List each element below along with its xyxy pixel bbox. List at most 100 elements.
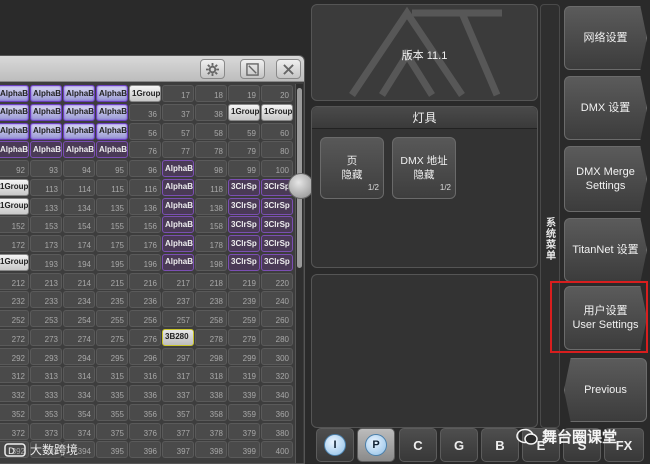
system-menu-tab[interactable] bbox=[540, 4, 560, 428]
fixture-cell-empty[interactable]: 299 bbox=[228, 347, 260, 365]
fixture-cell-empty[interactable]: 176 bbox=[129, 235, 161, 252]
fixture-cell-empty[interactable]: 259 bbox=[228, 310, 260, 327]
fixture-cell[interactable]: 3ClrSp bbox=[228, 197, 260, 215]
fixture-cell-empty[interactable]: 256 bbox=[129, 310, 161, 327]
fixture-cell-empty[interactable]: 93 bbox=[30, 160, 62, 177]
fixture-cell-empty[interactable]: 316 bbox=[129, 366, 161, 384]
fixture-cell-empty[interactable]: 352 bbox=[0, 403, 29, 421]
fixture-cell-empty[interactable]: 398 bbox=[195, 441, 227, 459]
network-settings-button[interactable]: 网络设置 bbox=[564, 6, 647, 70]
fixture-cell[interactable]: AlphaB bbox=[96, 141, 128, 159]
fixture-cell-empty[interactable]: 372 bbox=[0, 422, 29, 440]
fixture-cell[interactable]: 1Group bbox=[0, 197, 29, 215]
fixture-cell-empty[interactable]: 96 bbox=[129, 160, 161, 177]
fixture-cell-empty[interactable]: 339 bbox=[228, 385, 260, 402]
fixture-cell-empty[interactable]: 334 bbox=[63, 385, 95, 402]
dmx-address-hide-button[interactable]: DMX 地址 隐藏 1/2 bbox=[392, 137, 456, 199]
fixture-cell-empty[interactable]: 353 bbox=[30, 403, 62, 421]
fixture-cell-empty[interactable]: 239 bbox=[228, 291, 260, 309]
fixture-cell[interactable]: AlphaB bbox=[30, 122, 62, 140]
fixture-cell-empty[interactable]: 175 bbox=[96, 235, 128, 252]
fixture-cell-empty[interactable]: 94 bbox=[63, 160, 95, 177]
fixture-cell-empty[interactable]: 134 bbox=[63, 197, 95, 215]
fixture-cell-empty[interactable]: 135 bbox=[96, 197, 128, 215]
fixture-cell-empty[interactable]: 78 bbox=[195, 141, 227, 159]
fixture-cell-empty[interactable]: 253 bbox=[30, 310, 62, 327]
fixture-cell-empty[interactable]: 113 bbox=[30, 178, 62, 196]
fixture-cell-empty[interactable]: 156 bbox=[129, 216, 161, 234]
mode-button-b[interactable]: B bbox=[481, 428, 519, 462]
fixture-cell-empty[interactable]: 278 bbox=[195, 328, 227, 346]
fixture-cell-empty[interactable]: 178 bbox=[195, 235, 227, 252]
fixture-cell-empty[interactable]: 317 bbox=[162, 366, 194, 384]
fixture-cell-empty[interactable]: 236 bbox=[129, 291, 161, 309]
fixture-cell-empty[interactable]: 377 bbox=[162, 422, 194, 440]
fixture-cell-empty[interactable]: 355 bbox=[96, 403, 128, 421]
fixture-cell-empty[interactable]: 274 bbox=[63, 328, 95, 346]
fixture-cell-empty[interactable]: 98 bbox=[195, 160, 227, 177]
fixture-cell-empty[interactable]: 395 bbox=[96, 441, 128, 459]
fixture-cell[interactable]: AlphaB bbox=[162, 160, 194, 177]
fixture-cell-empty[interactable]: 95 bbox=[96, 160, 128, 177]
fixture-cell[interactable]: AlphaB bbox=[162, 178, 194, 196]
fixture-cell-empty[interactable]: 57 bbox=[162, 122, 194, 140]
fixture-cell-empty[interactable]: 294 bbox=[63, 347, 95, 365]
fixture-cell-empty[interactable]: 133 bbox=[30, 197, 62, 215]
fixture-cell-empty[interactable]: 214 bbox=[63, 272, 95, 290]
fixture-cell-empty[interactable]: 99 bbox=[228, 160, 260, 177]
fixture-cell-empty[interactable]: 240 bbox=[261, 291, 293, 309]
fixture-cell-empty[interactable]: 136 bbox=[129, 197, 161, 215]
fixture-cell-empty[interactable]: 272 bbox=[0, 328, 29, 346]
close-icon[interactable] bbox=[276, 59, 301, 79]
fixture-cell[interactable]: 3ClrSp bbox=[261, 235, 293, 252]
fixture-cell-empty[interactable]: 100 bbox=[261, 160, 293, 177]
fixture-cell-empty[interactable]: 332 bbox=[0, 385, 29, 402]
fixture-cell-empty[interactable]: 238 bbox=[195, 291, 227, 309]
fixture-cell-empty[interactable]: 374 bbox=[63, 422, 95, 440]
fixture-cell-empty[interactable]: 17 bbox=[162, 85, 194, 102]
fixture-cell[interactable]: AlphaB bbox=[0, 122, 29, 140]
fixture-cell-empty[interactable]: 280 bbox=[261, 328, 293, 346]
fixture-cell-empty[interactable]: 19 bbox=[228, 85, 260, 102]
fixture-cell-empty[interactable]: 336 bbox=[129, 385, 161, 402]
gear-icon[interactable] bbox=[200, 59, 225, 79]
fixture-cell[interactable]: 3ClrSp bbox=[261, 253, 293, 271]
fixture-cell-empty[interactable]: 196 bbox=[129, 253, 161, 271]
dmx-settings-button[interactable]: DMX 设置 bbox=[564, 76, 647, 140]
fixture-cell-empty[interactable]: 172 bbox=[0, 235, 29, 252]
fixture-cell-empty[interactable]: 337 bbox=[162, 385, 194, 402]
fixture-cell-empty[interactable]: 379 bbox=[228, 422, 260, 440]
fixture-cell-empty[interactable]: 59 bbox=[228, 122, 260, 140]
fixture-cell-empty[interactable]: 115 bbox=[96, 178, 128, 196]
fixture-cell[interactable]: 1Group bbox=[129, 85, 161, 102]
page-hide-button[interactable]: 页 隐藏 1/2 bbox=[320, 137, 384, 199]
mode-button-p[interactable]: P bbox=[357, 428, 395, 462]
mode-button-c[interactable]: C bbox=[399, 428, 437, 462]
fixture-cell[interactable]: AlphaB bbox=[0, 85, 29, 102]
fixture-cell[interactable]: AlphaB bbox=[96, 85, 128, 102]
fixture-cell[interactable]: AlphaB bbox=[63, 85, 95, 102]
fixture-cell-empty[interactable]: 356 bbox=[129, 403, 161, 421]
fixture-cell[interactable]: AlphaB bbox=[162, 235, 194, 252]
fixture-cell-empty[interactable]: 152 bbox=[0, 216, 29, 234]
fixture-cell-empty[interactable]: 76 bbox=[129, 141, 161, 159]
fixture-cell-empty[interactable]: 252 bbox=[0, 310, 29, 327]
fixture-cell[interactable]: 3B280 bbox=[162, 328, 194, 346]
fixture-cell-empty[interactable]: 154 bbox=[63, 216, 95, 234]
fixture-cell-empty[interactable]: 195 bbox=[96, 253, 128, 271]
fixture-cell-empty[interactable]: 257 bbox=[162, 310, 194, 327]
fixture-cell[interactable]: AlphaB bbox=[63, 122, 95, 140]
fixture-cell-empty[interactable]: 254 bbox=[63, 310, 95, 327]
fixture-cell-empty[interactable]: 354 bbox=[63, 403, 95, 421]
fixture-cell[interactable]: AlphaB bbox=[30, 141, 62, 159]
fixture-cell-empty[interactable]: 300 bbox=[261, 347, 293, 365]
fixture-cell[interactable]: AlphaB bbox=[162, 197, 194, 215]
fixture-cell-empty[interactable]: 373 bbox=[30, 422, 62, 440]
fixture-cell-empty[interactable]: 380 bbox=[261, 422, 293, 440]
fixture-cell-empty[interactable]: 338 bbox=[195, 385, 227, 402]
fixture-cell-empty[interactable]: 376 bbox=[129, 422, 161, 440]
fixture-cell-empty[interactable]: 79 bbox=[228, 141, 260, 159]
fixture-cell-empty[interactable]: 80 bbox=[261, 141, 293, 159]
fixture-cell-empty[interactable]: 297 bbox=[162, 347, 194, 365]
fixture-cell-empty[interactable]: 138 bbox=[195, 197, 227, 215]
